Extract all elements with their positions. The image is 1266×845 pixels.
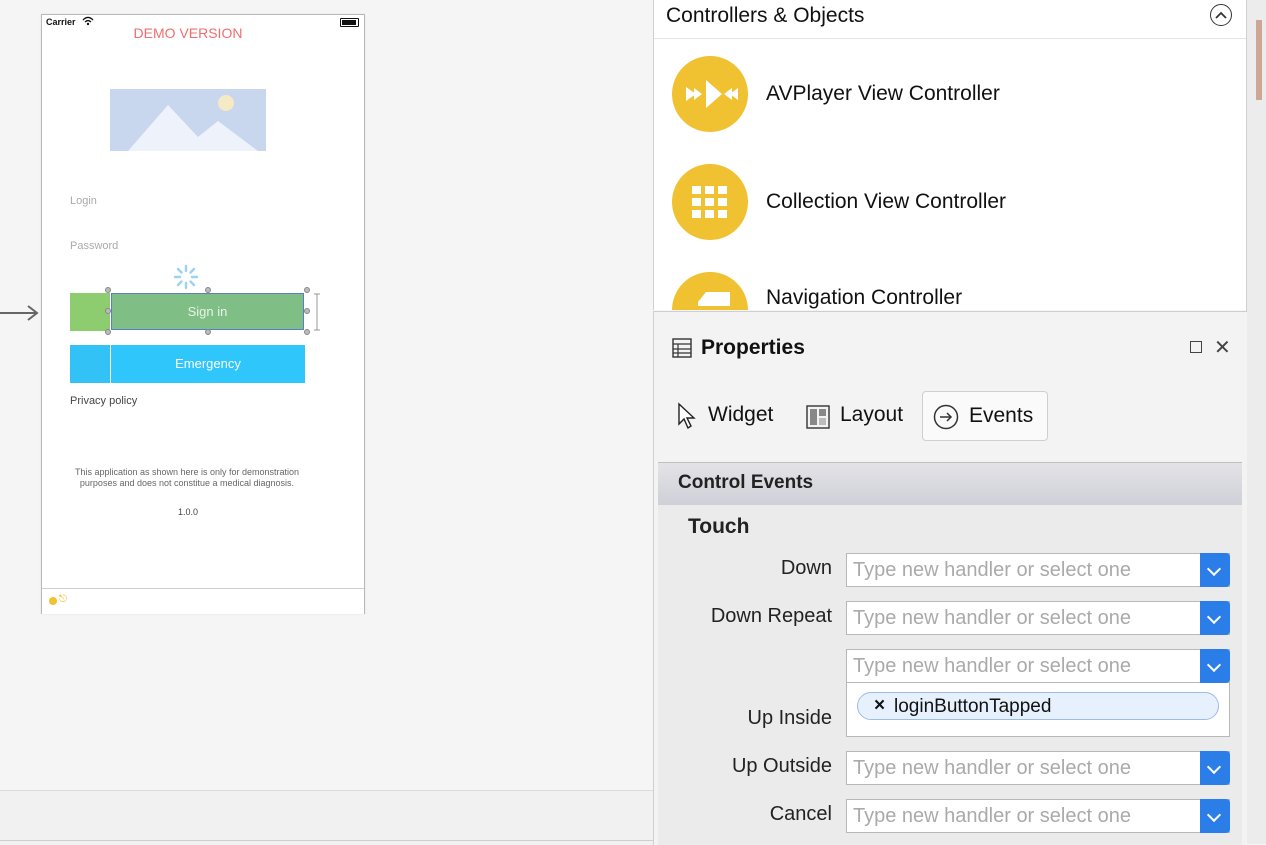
signin-button[interactable]: Sign in	[111, 293, 304, 330]
handler-combo-cancel[interactable]: Type new handler or select one	[846, 799, 1230, 833]
library-title: Controllers & Objects	[666, 4, 865, 27]
tab-widget[interactable]: Widget	[672, 391, 782, 441]
disclaimer-text: This application as shown here is only f…	[74, 467, 300, 488]
chevron-down-icon[interactable]	[1200, 649, 1230, 683]
control-events-title: Control Events	[678, 472, 814, 493]
chevron-down-icon[interactable]	[1200, 751, 1230, 785]
library-item-label: Navigation Controller	[766, 286, 963, 309]
float-panel-icon[interactable]	[1190, 341, 1202, 353]
event-label-down: Down	[780, 557, 832, 579]
event-label-cancel: Cancel	[769, 803, 832, 825]
handler-input[interactable]: Type new handler or select one	[853, 655, 1131, 678]
emergency-icon-area	[70, 345, 110, 383]
touch-group-title: Touch	[688, 515, 750, 538]
event-label-up-inside: Up Inside	[747, 707, 833, 729]
resize-handle[interactable]	[304, 287, 310, 293]
signin-icon-area	[70, 293, 110, 331]
resize-handle[interactable]	[105, 308, 111, 314]
scene-dock	[42, 588, 364, 614]
collapse-button[interactable]	[1210, 4, 1232, 26]
resize-handle[interactable]	[205, 287, 211, 293]
exit-icon[interactable]: ⎋	[59, 594, 67, 605]
handler-combo-down[interactable]: Type new handler or select one	[846, 553, 1230, 587]
tab-layout[interactable]: Layout	[804, 391, 914, 441]
library-item[interactable]: Collection View Controller	[654, 154, 1247, 250]
events-list: Touch Down Type new handler or select on…	[658, 505, 1242, 845]
tab-label: Widget	[708, 403, 774, 426]
properties-title: Properties	[701, 336, 805, 359]
close-icon[interactable]: ✕	[1214, 335, 1231, 360]
library-item[interactable]: AVPlayer View Controller	[654, 46, 1247, 142]
view-controller-icon[interactable]	[49, 597, 57, 605]
handler-input[interactable]: Type new handler or select one	[853, 805, 1131, 828]
canvas-bottom-bar	[0, 790, 653, 845]
password-field[interactable]: Password	[70, 240, 118, 252]
chevron-down-icon[interactable]	[1200, 799, 1230, 833]
resize-handle[interactable]	[304, 329, 310, 335]
tab-label: Layout	[840, 403, 904, 426]
right-edge-panel[interactable]	[1246, 0, 1266, 844]
events-icon	[933, 404, 959, 430]
resize-handle[interactable]	[205, 329, 211, 335]
properties-icon	[672, 338, 692, 358]
version-label: 1.0.0	[177, 507, 199, 517]
object-library-panel: Controllers & Objects AVPlayer View Cont…	[653, 0, 1247, 310]
battery-icon	[340, 18, 359, 27]
event-label-down-repeat: Down Repeat	[710, 605, 832, 627]
login-field[interactable]: Login	[70, 195, 97, 207]
layout-icon	[806, 405, 830, 429]
resize-handle[interactable]	[105, 329, 111, 335]
resize-handle[interactable]	[304, 308, 310, 314]
handler-combo-down-repeat[interactable]: Type new handler or select one	[846, 601, 1230, 635]
chevron-down-icon[interactable]	[1200, 553, 1230, 587]
handler-input[interactable]: Type new handler or select one	[853, 757, 1131, 780]
properties-panel: Properties ✕ Widget Layout Events Contro…	[653, 311, 1247, 845]
privacy-policy-link[interactable]: Privacy policy	[70, 395, 137, 407]
chevron-down-icon[interactable]	[1200, 601, 1230, 635]
handler-combo-up-outside[interactable]: Type new handler or select one	[846, 751, 1230, 785]
scroll-indicator	[1256, 20, 1262, 100]
library-item[interactable]: Navigation Controller	[654, 262, 1247, 310]
demo-version-label: DEMO VERSION	[133, 25, 243, 41]
navigation-icon	[672, 272, 748, 310]
av-player-icon	[672, 56, 748, 132]
library-header: Controllers & Objects	[654, 0, 1247, 39]
emergency-button[interactable]: Emergency	[111, 345, 305, 383]
remove-handler-icon[interactable]: ×	[874, 695, 885, 717]
entry-point-arrow-icon	[0, 305, 39, 321]
library-item-label: AVPlayer View Controller	[766, 82, 1000, 105]
cursor-icon	[678, 402, 696, 430]
image-placeholder-icon[interactable]	[110, 89, 266, 151]
canvas-divider	[0, 840, 653, 841]
resize-handle[interactable]	[105, 287, 111, 293]
control-events-header[interactable]: Control Events	[658, 462, 1242, 506]
chevron-up-icon	[1215, 11, 1227, 19]
grid-icon	[672, 164, 748, 240]
library-item-label: Collection View Controller	[766, 190, 1007, 213]
handler-name: loginButtonTapped	[894, 696, 1052, 717]
handler-input[interactable]: Type new handler or select one	[853, 607, 1131, 630]
event-label-up-outside: Up Outside	[731, 755, 832, 777]
phone-preview[interactable]: Carrier DEMO VERSION Login Password Sign…	[41, 14, 365, 614]
tab-label: Events	[969, 404, 1034, 427]
handler-list: × loginButtonTapped	[846, 683, 1230, 737]
handler-combo-up-inside[interactable]: Type new handler or select one	[846, 649, 1230, 683]
handler-input[interactable]: Type new handler or select one	[853, 559, 1131, 582]
activity-spinner-icon	[173, 264, 199, 290]
height-constraint-icon	[314, 293, 320, 331]
handler-chip[interactable]: × loginButtonTapped	[857, 692, 1219, 720]
tab-events[interactable]: Events	[922, 391, 1048, 441]
